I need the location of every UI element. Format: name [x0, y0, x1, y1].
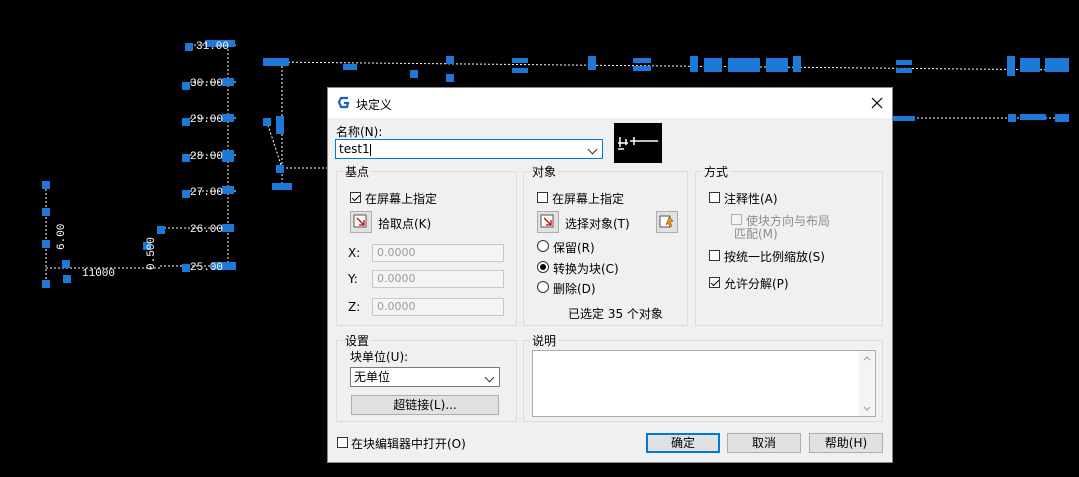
- block-unit-value: 无单位: [354, 370, 391, 384]
- name-label: 名称(N):: [336, 125, 383, 139]
- allow-explode-checkbox[interactable]: [709, 277, 720, 288]
- dimension-label: 11000: [82, 268, 115, 280]
- select-objects-label: 选择对象(T): [565, 217, 630, 231]
- scale-uniformly-checkbox[interactable]: [709, 250, 720, 261]
- chevron-down-icon[interactable]: [484, 372, 495, 383]
- objects-onscreen-checkbox[interactable]: [537, 192, 548, 203]
- help-button[interactable]: 帮助(H): [809, 433, 883, 453]
- description-title: 说明: [530, 332, 559, 349]
- name-combobox[interactable]: test1: [335, 139, 603, 159]
- basepoint-title: 基点: [343, 163, 372, 180]
- pick-point-icon: [353, 214, 367, 228]
- elevation-label: 27.00: [190, 187, 223, 199]
- select-objects-icon: [540, 214, 554, 228]
- select-objects-button[interactable]: [537, 211, 559, 233]
- pick-point-label: 拾取点(K): [378, 217, 432, 231]
- open-in-editor-checkbox[interactable]: [337, 437, 348, 448]
- quick-select-button[interactable]: [656, 211, 678, 233]
- elevation-label: 26.00: [190, 224, 223, 236]
- selected-count-text: 已选定 35 个对象: [568, 307, 663, 321]
- app-logo-icon: [337, 96, 350, 109]
- dialog-titlebar[interactable]: 块定义: [328, 88, 892, 118]
- description-scrollbar[interactable]: [859, 351, 875, 416]
- retain-label: 保留(R): [553, 241, 595, 255]
- block-unit-label: 块单位(U):: [350, 350, 409, 364]
- behavior-title: 方式: [702, 163, 731, 180]
- annotative-label: 注释性(A): [724, 192, 778, 206]
- chevron-down-icon[interactable]: [587, 144, 598, 155]
- block-preview: [614, 123, 662, 163]
- block-unit-combobox[interactable]: 无单位: [350, 367, 500, 387]
- elevation-label: 30.00: [190, 78, 223, 90]
- hyperlink-button[interactable]: 超链接(L)...: [351, 395, 499, 415]
- convert-radio[interactable]: [537, 261, 549, 273]
- objects-group: 对象 在屏幕上指定 选择对象(T) 保留(R) 转换为块(C) 删除(D) 已选…: [523, 163, 688, 326]
- scrollbar-arrows-icon: [863, 356, 871, 411]
- dimension-label: 6.00: [56, 224, 68, 250]
- settings-group: 设置 块单位(U): 无单位 超链接(L)...: [336, 332, 517, 422]
- ok-button[interactable]: 确定: [646, 433, 720, 453]
- quick-select-icon: [659, 215, 674, 228]
- basepoint-onscreen-label: 在屏幕上指定: [365, 192, 438, 206]
- objects-title: 对象: [530, 163, 559, 180]
- annotative-checkbox[interactable]: [709, 192, 720, 203]
- retain-radio[interactable]: [537, 240, 549, 252]
- delete-label: 删除(D): [553, 282, 596, 296]
- open-in-editor-label: 在块编辑器中打开(O): [351, 437, 466, 451]
- dialog-title: 块定义: [356, 98, 393, 112]
- description-textarea[interactable]: [532, 350, 876, 417]
- close-icon[interactable]: [866, 92, 888, 114]
- name-value: test1: [339, 142, 370, 156]
- x-field[interactable]: 0.0000: [372, 244, 504, 262]
- cancel-button[interactable]: 取消: [727, 433, 801, 453]
- description-group: 说明: [523, 332, 883, 422]
- elevation-label: 29.00: [190, 114, 223, 126]
- delete-radio[interactable]: [537, 281, 549, 293]
- dimension-label: 0.500: [146, 237, 158, 270]
- elevation-label: 31.00: [196, 41, 229, 53]
- block-definition-dialog: 块定义 名称(N): test1 基点 在屏幕上指定 拾取点(K) X: 0.0…: [327, 87, 893, 463]
- objects-onscreen-label: 在屏幕上指定: [552, 192, 625, 206]
- basepoint-group: 基点 在屏幕上指定 拾取点(K) X: 0.0000 Y: 0.0000 Z: …: [336, 163, 517, 326]
- elevation-label: 25.00: [190, 262, 223, 274]
- elevation-label: 28.00: [190, 151, 223, 163]
- behavior-group: 方式 注释性(A) 使块方向与布局 匹配(M) 按统一比例缩放(S) 允许分解(…: [695, 163, 883, 326]
- convert-label: 转换为块(C): [553, 262, 619, 276]
- match-orientation-checkbox[interactable]: [731, 214, 742, 225]
- basepoint-onscreen-checkbox[interactable]: [350, 192, 361, 203]
- settings-title: 设置: [343, 332, 372, 349]
- x-label: X:: [348, 246, 361, 260]
- pick-point-button[interactable]: [350, 211, 372, 233]
- z-field[interactable]: 0.0000: [372, 298, 504, 316]
- y-field[interactable]: 0.0000: [372, 270, 504, 288]
- scale-uniformly-label: 按统一比例缩放(S): [724, 250, 825, 264]
- z-label: Z:: [348, 300, 361, 314]
- match-orientation-label-2: 匹配(M): [734, 227, 778, 241]
- y-label: Y:: [348, 272, 358, 286]
- allow-explode-label: 允许分解(P): [724, 277, 789, 291]
